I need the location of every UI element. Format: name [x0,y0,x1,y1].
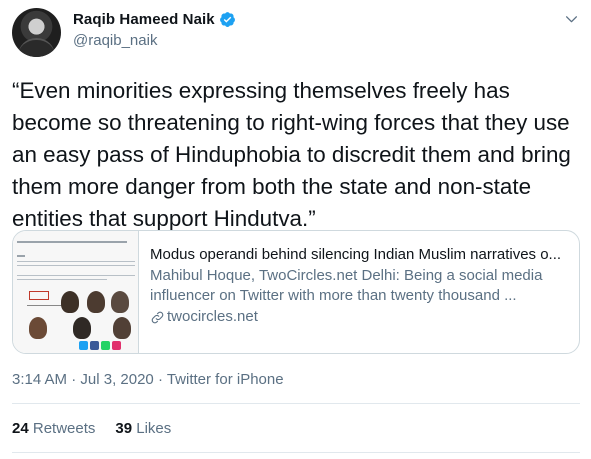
retweets-label: Retweets [32,420,96,437]
likes-label: Likes [136,420,172,437]
card-domain: twocircles.net [167,308,258,325]
tweet-meta: 3:14 AM · Jul 3, 2020 · Twitter for iPho… [12,371,284,388]
tweet-time[interactable]: 3:14 AM [12,371,67,388]
card-title: Modus operandi behind silencing Indian M… [150,246,562,263]
avatar-figure [18,38,55,57]
link-icon [151,311,164,323]
meta-separator: · [153,371,167,388]
thumbnail-stamp [29,291,49,300]
retweets-count: 24 [12,420,29,437]
verified-badge-icon [219,12,235,27]
thumbnail-portrait [29,317,47,339]
card-body: Modus operandi behind silencing Indian M… [139,231,579,353]
likes-stat[interactable]: 39 Likes [115,420,171,437]
link-preview-card[interactable]: Modus operandi behind silencing Indian M… [12,230,580,354]
author-display-name[interactable]: Raqib Hameed Naik [73,11,215,28]
card-thumbnail [13,231,139,353]
author-handle[interactable]: @raqib_naik [73,32,157,49]
thumbnail-portrait [113,317,131,339]
thumbnail-portrait [61,291,79,313]
meta-separator: · [67,371,81,388]
thumbnail-portrait [87,291,105,313]
chevron-down-icon[interactable] [565,13,578,26]
card-domain-row: twocircles.net [150,307,579,327]
retweets-stat[interactable]: 24 Retweets [12,420,95,437]
divider [12,403,580,404]
tweet-stats: 24 Retweets 39 Likes [12,420,191,437]
divider [12,452,580,453]
tweet-date[interactable]: Jul 3, 2020 [80,371,153,388]
tweet-text: “Even minorities expressing themselves f… [12,78,571,231]
thumbnail-portrait [73,317,91,339]
author-name-row[interactable]: Raqib Hameed Naik [73,11,236,28]
likes-count: 39 [115,420,133,437]
tweet-source[interactable]: Twitter for iPhone [167,371,284,388]
thumbnail-portrait [111,291,129,313]
avatar[interactable] [12,8,61,57]
card-description: Mahibul Hoque, TwoCircles.net Delhi: Bei… [150,267,543,304]
thumbnail-social-icons [79,341,121,350]
